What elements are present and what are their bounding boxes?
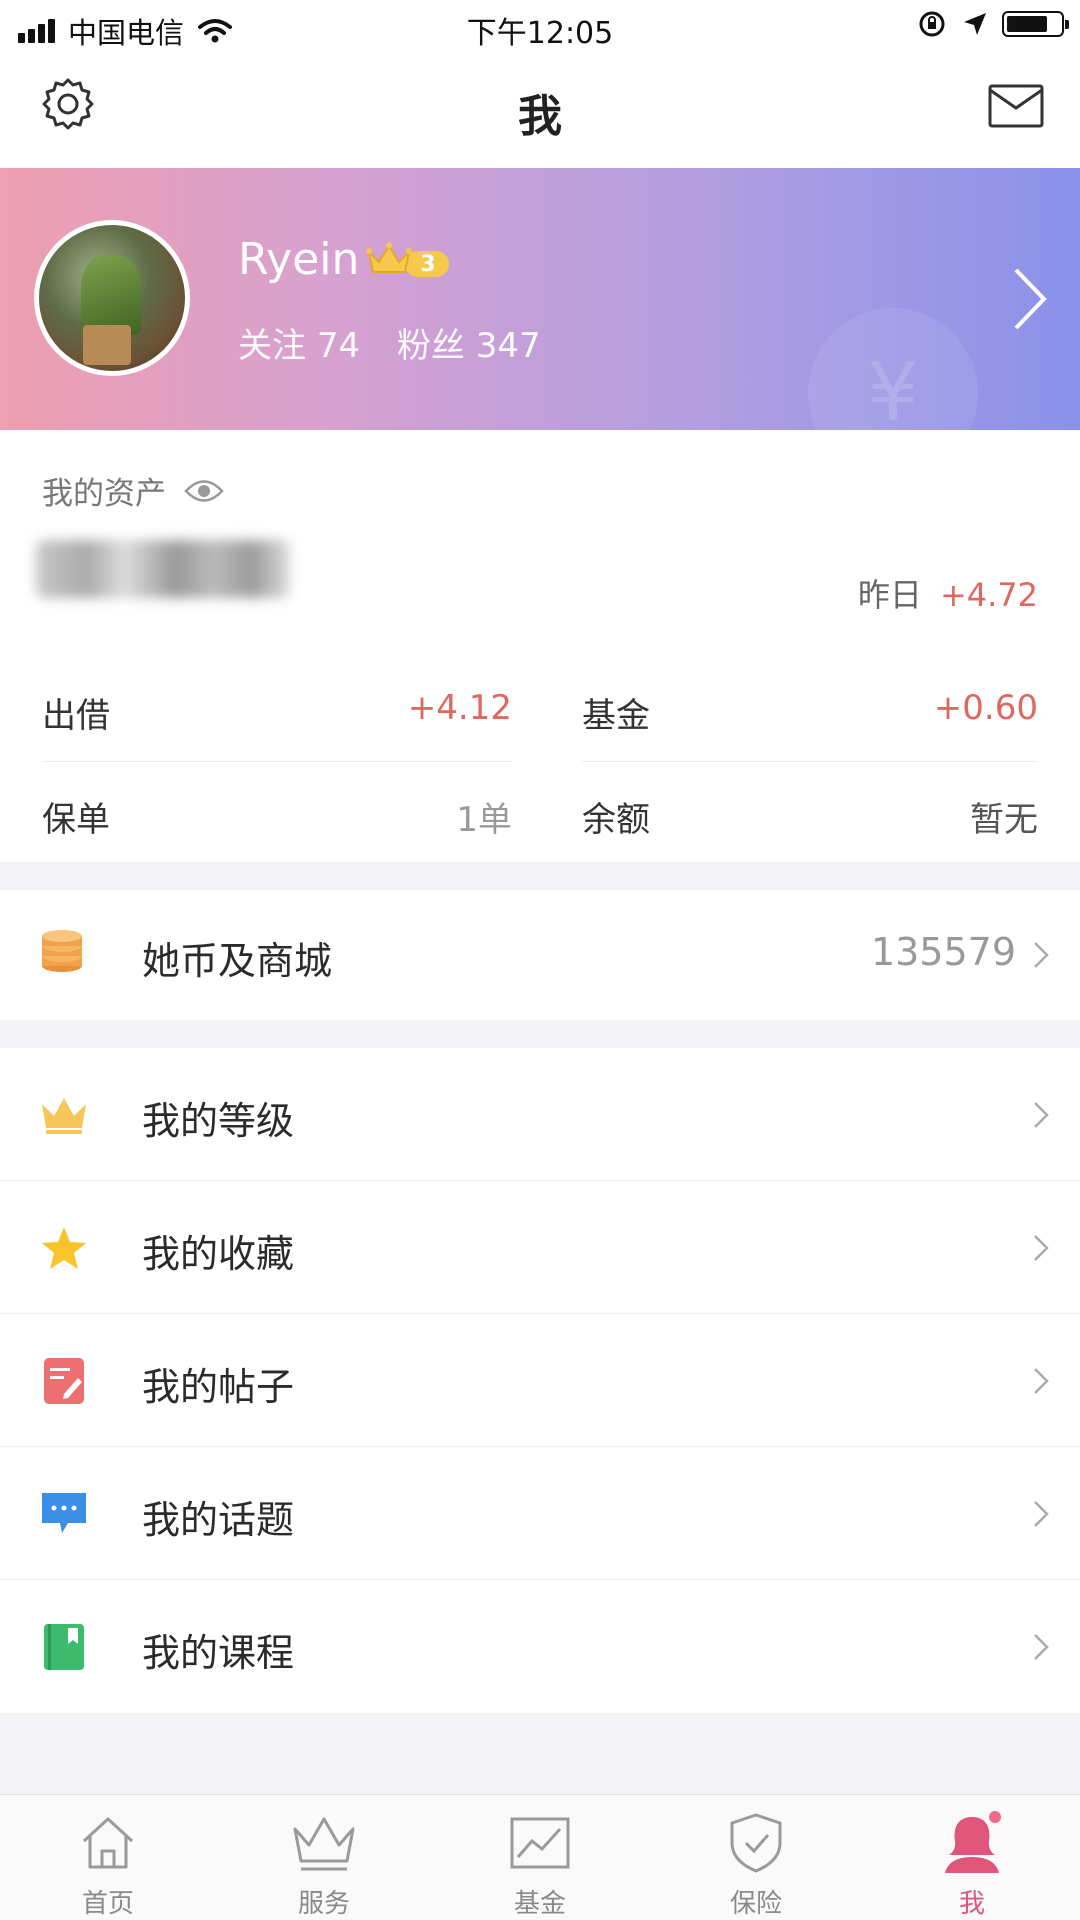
star-icon [42,1227,86,1269]
level-badge: 3 [366,242,449,277]
asset-label: 出借 [42,696,110,736]
tab-home[interactable]: 首页 [0,1795,216,1920]
chevron-right-icon[interactable] [1010,264,1050,334]
menu-item-favorites[interactable]: 我的收藏 [0,1181,1080,1314]
menu-label: 我的收藏 [142,1232,295,1276]
yesterday-label: 昨日 [857,576,922,614]
menu-label: 我的话题 [142,1498,295,1542]
chevron-right-icon [1034,942,1049,968]
assets-panel: 我的资产 昨日 +4.72 出借 +4.12 基金 +0.60 保单 1单 余额 … [0,430,1080,862]
asset-cell-fund[interactable]: 基金 +0.60 [582,658,1038,762]
orientation-lock-icon [919,11,945,37]
menu-item-topics[interactable]: 我的话题 [0,1447,1080,1580]
menu-label: 我的课程 [142,1631,295,1675]
tab-fund[interactable]: 基金 [432,1795,648,1920]
coins-label: 她币及商城 [142,939,333,983]
page-title: 我 [518,91,562,142]
tab-label: 服务 [297,1889,350,1919]
username: Ryein [238,234,360,285]
battery-icon [1002,11,1069,37]
coins-value: 135579 [870,930,1016,974]
menu-item-level[interactable]: 我的等级 [0,1048,1080,1181]
chevron-right-icon [1034,1102,1049,1128]
hidden-total-amount [36,540,290,598]
yen-watermark-icon: ¥ [808,308,978,430]
asset-value: 暂无 [970,800,1038,840]
tab-label: 我 [958,1889,985,1919]
follow-stat[interactable]: 关注 74 [238,326,360,366]
yesterday-earnings: 昨日 +4.72 [858,570,1038,616]
status-right [918,10,1069,38]
tab-insurance[interactable]: 保险 [648,1795,864,1920]
asset-value: 1单 [456,800,512,840]
coins-mall-row[interactable]: 她币及商城 135579 [0,890,1080,1020]
yesterday-value: +4.72 [939,576,1038,614]
crown-icon [42,1098,86,1134]
course-book-icon [44,1624,84,1670]
asset-cell-policy[interactable]: 保单 1单 [42,762,512,866]
menu-label: 我的等级 [142,1099,295,1143]
coin-stack-icon [42,930,82,972]
chevron-right-icon [1034,1368,1049,1394]
chat-icon [42,1493,86,1533]
chevron-right-icon [1034,1235,1049,1261]
status-bar: 中国电信 下午12:05 [0,0,1080,54]
asset-label: 基金 [582,696,650,736]
assets-title: 我的资产 [42,476,166,512]
asset-cell-balance[interactable]: 余额 暂无 [582,762,1038,866]
tab-label: 保险 [729,1889,782,1919]
post-icon [44,1358,84,1404]
menu-label: 我的帖子 [142,1365,295,1409]
avatar[interactable] [34,220,190,376]
asset-value: +0.60 [933,688,1038,728]
asset-cell-lending[interactable]: 出借 +4.12 [42,658,512,762]
menu-list: 我的等级 我的收藏 我的帖子 我的话题 我的课程 [0,1048,1080,1713]
menu-item-courses[interactable]: 我的课程 [0,1580,1080,1713]
tab-bar: 首页 服务 基金 保险 我 [0,1794,1080,1920]
shield-icon [730,1813,782,1873]
chevron-right-icon [1034,1501,1049,1527]
home-icon [82,1817,134,1869]
asset-label: 余额 [582,800,650,840]
mail-icon[interactable] [988,84,1044,128]
tab-services[interactable]: 服务 [216,1795,432,1920]
tab-me[interactable]: 我 [864,1795,1080,1920]
crown-outline-icon [293,1817,355,1871]
tab-label: 基金 [513,1889,566,1919]
menu-item-posts[interactable]: 我的帖子 [0,1314,1080,1447]
location-icon [964,13,986,35]
level-number: 3 [420,252,435,277]
profile-banner[interactable]: ¥ Ryein 3 关注 74 粉丝 347 [0,168,1080,430]
person-icon [945,1811,1001,1873]
eye-icon[interactable] [184,478,224,504]
asset-value: +4.12 [407,688,512,728]
assets-header: 我的资产 [42,468,224,513]
tab-label: 首页 [81,1889,134,1919]
asset-label: 保单 [42,800,110,840]
follow-stats: 关注 74 粉丝 347 [238,318,567,367]
chevron-right-icon [1034,1634,1049,1660]
chart-icon [510,1817,570,1869]
nav-bar: 我 [0,54,1080,168]
fans-stat[interactable]: 粉丝 347 [397,326,541,366]
